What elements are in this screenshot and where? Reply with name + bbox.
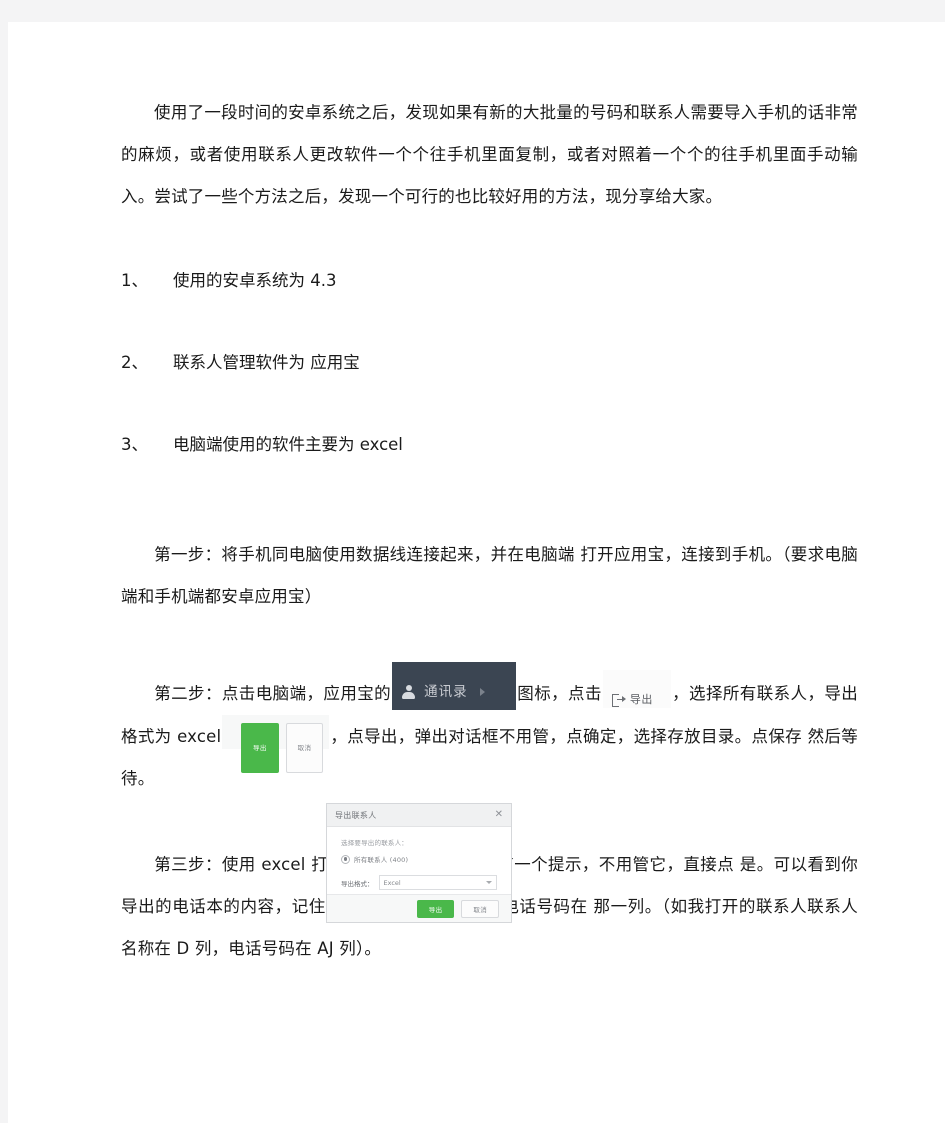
document-content: 使用了一段时间的安卓系统之后，发现如果有新的大批量的号码和联系人需要导入手机的话… xyxy=(121,92,858,970)
person-icon-head xyxy=(405,684,412,691)
dialog-body: 选择要导出的联系人： 所有联系人 (400) 导出格式： Excel xyxy=(327,827,511,890)
dialog-radio-label: 所有联系人 (400) xyxy=(354,856,409,864)
contacts-nav-label: 通讯录 xyxy=(424,684,468,700)
paragraph-step-2-text-a: 第二步：点击电脑端，应用宝的 xyxy=(154,684,392,703)
list-item-label: 使用的安卓系统为 4.3 xyxy=(173,271,337,290)
dialog-footer: 导出 取消 xyxy=(327,894,511,922)
person-icon-body xyxy=(402,691,416,699)
export-button-inner: 导出 xyxy=(611,679,653,721)
paragraph-step-1-text: 第一步：将手机同电脑使用数据线连接起来，并在电脑端 打开应用宝，连接到手机。（要… xyxy=(121,545,858,606)
close-icon: ✕ xyxy=(494,809,503,820)
list-item-number: 2、 xyxy=(121,353,148,372)
dialog-format-value: Excel xyxy=(383,878,401,887)
dialog-footer-buttons: 导出 取消 xyxy=(241,723,324,773)
triangle-right-icon xyxy=(479,688,485,696)
inline-export-confirm-button: 导出 xyxy=(241,723,279,773)
list-item-number: 1、 xyxy=(121,271,148,290)
list-item: 3、 电脑端使用的软件主要为 excel xyxy=(121,424,858,466)
dialog-format-row: 导出格式： Excel xyxy=(341,875,497,890)
paragraph-intro-text: 使用了一段时间的安卓系统之后，发现如果有新的大批量的号码和联系人需要导入手机的话… xyxy=(121,103,858,206)
export-icon xyxy=(611,693,626,707)
list-item-label: 联系人管理软件为 应用宝 xyxy=(173,353,360,372)
paragraph-step-2-text-b: 图标，点击 xyxy=(517,684,602,703)
list-item: 2、 联系人管理软件为 应用宝 xyxy=(121,342,858,384)
export-icon-arrow-head xyxy=(621,696,626,703)
person-icon xyxy=(402,684,416,700)
list-item-number: 3、 xyxy=(121,435,148,454)
embedded-screenshot-export-button: 导出 xyxy=(602,670,671,708)
contacts-nav-inner: 通讯录 xyxy=(402,671,485,713)
dialog-title: 导出联系人 xyxy=(335,810,377,820)
list-item-label: 电脑端使用的软件主要为 excel xyxy=(173,435,403,454)
document-page: 使用了一段时间的安卓系统之后，发现如果有新的大批量的号码和联系人需要导入手机的话… xyxy=(8,22,945,1123)
paragraph-intro: 使用了一段时间的安卓系统之后，发现如果有新的大批量的号码和联系人需要导入手机的话… xyxy=(121,92,858,218)
export-button-label: 导出 xyxy=(629,693,653,706)
embedded-screenshot-export-dialog: 导出联系人 ✕ 选择要导出的联系人： 所有联系人 (400) 导出格式： Exc… xyxy=(326,803,512,923)
numbered-list: 1、 使用的安卓系统为 4.3 2、 联系人管理软件为 应用宝 3、 电脑端使用… xyxy=(121,260,858,466)
inline-export-cancel-button: 取消 xyxy=(285,723,324,773)
dialog-format-select: Excel xyxy=(378,875,497,890)
dialog-cancel-button: 取消 xyxy=(461,899,499,918)
dialog-title-bar: 导出联系人 ✕ xyxy=(327,804,511,827)
chevron-down-icon xyxy=(486,881,492,884)
list-item: 1、 使用的安卓系统为 4.3 xyxy=(121,260,858,302)
radio-icon xyxy=(341,854,350,864)
dialog-export-button: 导出 xyxy=(416,899,455,918)
embedded-screenshot-contacts-nav: 通讯录 xyxy=(392,662,517,713)
embedded-screenshot-dialog-footer: 导出 取消 xyxy=(222,715,330,773)
dialog-radio-all-contacts: 所有联系人 (400) xyxy=(341,854,497,864)
dialog-prompt: 选择要导出的联系人： xyxy=(341,839,408,847)
dialog-format-label: 导出格式： xyxy=(341,879,374,888)
paragraph-step-2: 第二步：点击电脑端，应用宝的 通讯录 图标，点击 导出 ，选择所有联系人，导出格式为 e… xyxy=(121,662,858,800)
paragraph-step-1: 第一步：将手机同电脑使用数据线连接起来，并在电脑端 打开应用宝，连接到手机。（要… xyxy=(121,534,858,618)
